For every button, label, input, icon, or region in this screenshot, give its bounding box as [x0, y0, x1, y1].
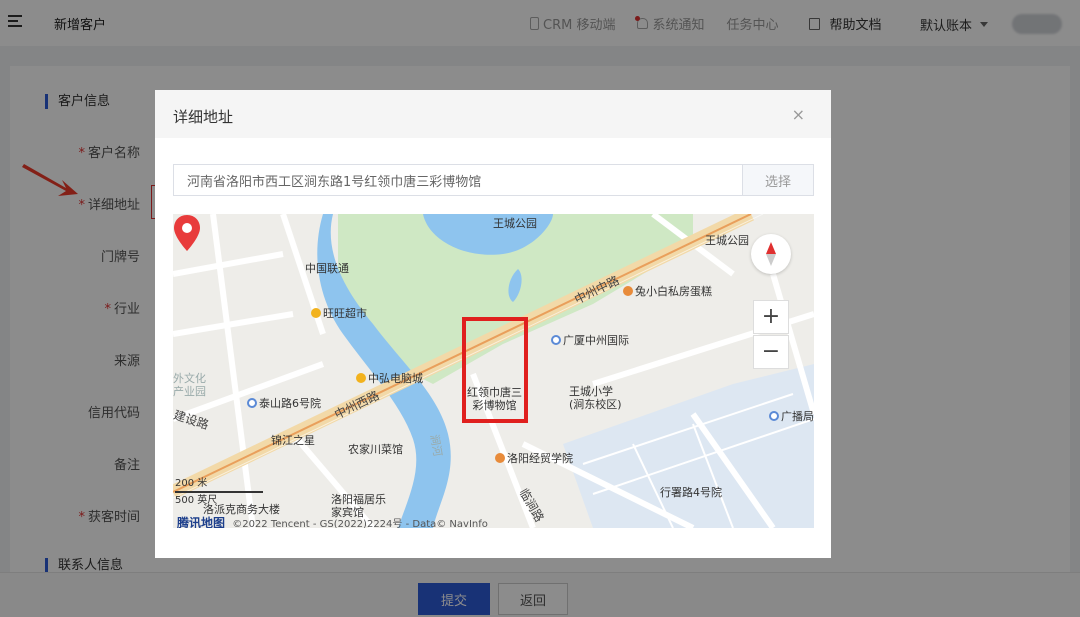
- map-label-wangcheng-park-2[interactable]: 王城公园: [705, 234, 749, 247]
- zoom-in-button[interactable]: +: [753, 300, 789, 334]
- compass-icon[interactable]: [751, 234, 791, 274]
- map-view[interactable]: 王城公园 王城公园 中国联通 旺旺超市 中州中路 兔小白私房蛋糕 广厦中州国际 …: [173, 214, 814, 528]
- map-label-taishan[interactable]: 泰山路6号院: [247, 397, 321, 410]
- address-input[interactable]: [173, 164, 743, 196]
- building-icon-2: [769, 411, 779, 421]
- location-pin-icon[interactable]: [173, 214, 201, 252]
- map-label-luoyang-college[interactable]: 洛阳经贸学院: [495, 452, 573, 465]
- scale-bar: [175, 491, 263, 493]
- map-label-guangbo[interactable]: 广播局: [769, 410, 814, 423]
- select-button[interactable]: 选择: [742, 164, 814, 196]
- scale-metric: 200 米: [175, 478, 208, 489]
- building-icon: [551, 335, 561, 345]
- shop-icon: [356, 373, 366, 383]
- close-icon[interactable]: ×: [792, 105, 805, 124]
- map-label-china-unicom[interactable]: 中国联通: [305, 262, 349, 275]
- map-label-rabbit-cake[interactable]: 兔小白私房蛋糕: [623, 285, 712, 298]
- map-copyright: ©2022 Tencent - GS(2022)2224号 - Data© Na…: [232, 519, 488, 528]
- map-label-guangsha[interactable]: 广厦中州国际: [551, 334, 629, 347]
- map-attribution: 腾讯地图 ©2022 Tencent - GS(2022)2224号 - Dat…: [177, 514, 488, 528]
- map-label-outer-culture[interactable]: 外文化 产业园: [173, 372, 206, 398]
- zoom-out-button[interactable]: −: [753, 335, 789, 369]
- supermarket-icon: [311, 308, 321, 318]
- selected-location-highlight: [462, 317, 528, 423]
- map-label-zhonghong[interactable]: 中弘电脑城: [356, 372, 423, 385]
- map-label-wangcheng-park[interactable]: 王城公园: [493, 217, 537, 230]
- map-scale: 200 米: [175, 478, 207, 490]
- bakery-icon: [623, 286, 633, 296]
- scale-imperial: 500 英尺: [175, 495, 218, 506]
- residence-icon: [247, 398, 257, 408]
- tencent-map-logo[interactable]: 腾讯地图: [177, 516, 225, 528]
- modal-title: 详细地址: [173, 108, 234, 126]
- modal-header: 详细地址 ×: [155, 90, 831, 138]
- map-label-xingshu[interactable]: 行署路4号院: [660, 486, 722, 499]
- map-label-wangcheng-school[interactable]: 王城小学 (涧东校区): [569, 385, 622, 411]
- school-icon: [495, 453, 505, 463]
- address-modal: 详细地址 × 选择: [155, 90, 831, 558]
- map-label-wangwang[interactable]: 旺旺超市: [311, 307, 367, 320]
- map-label-jinjiang[interactable]: 锦江之星: [271, 434, 315, 447]
- map-label-nongjia[interactable]: 农家川菜馆: [348, 443, 403, 456]
